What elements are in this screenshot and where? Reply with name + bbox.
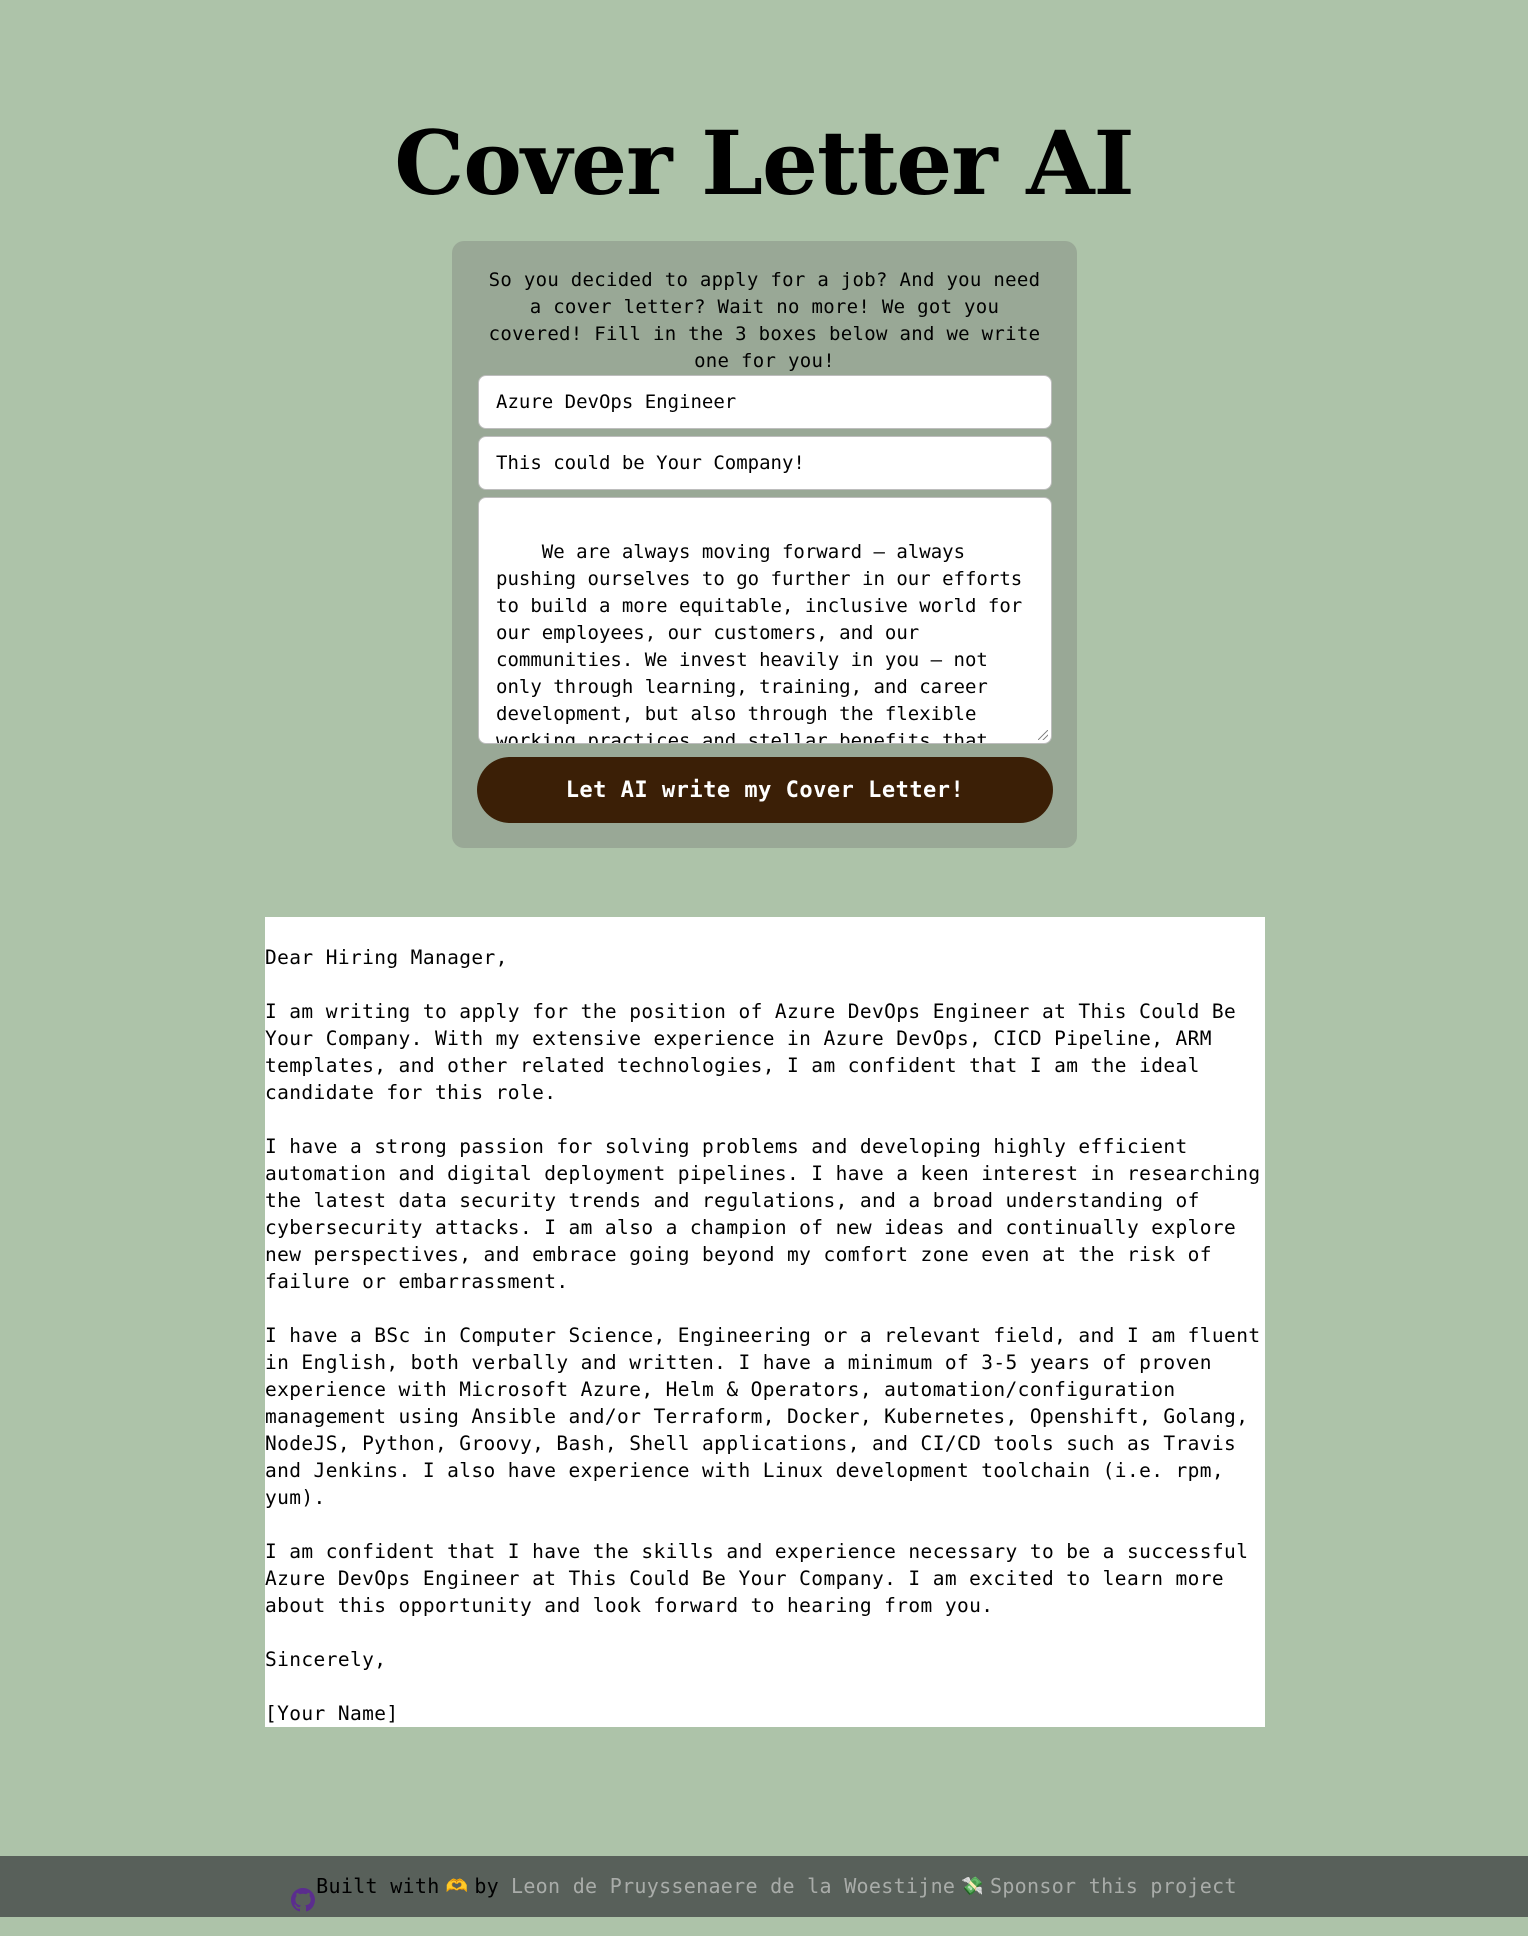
by-text: by xyxy=(474,1874,499,1898)
resize-grip-icon[interactable] xyxy=(1038,730,1048,740)
letter-paragraph: I am confident that I have the skills an… xyxy=(265,1540,1261,1617)
footer: Built with 🫶 by Leon de Pruyssenaere de … xyxy=(0,1856,1528,1917)
author-link[interactable]: Leon de Pruyssenaere de la Woestijne xyxy=(511,1856,955,1917)
letter-paragraph: I am writing to apply for the position o… xyxy=(265,1000,1249,1104)
intro-text: So you decided to apply for a job? And y… xyxy=(488,269,1041,372)
money-with-wings-icon: 💸 xyxy=(961,1876,984,1897)
company-name-input[interactable] xyxy=(478,436,1052,490)
letter-greeting: Dear Hiring Manager, xyxy=(265,946,508,969)
letter-signature: [Your Name] xyxy=(265,1702,399,1725)
letter-closing: Sincerely, xyxy=(265,1648,387,1671)
generate-cover-letter-button[interactable]: Let AI write my Cover Letter! xyxy=(477,757,1053,823)
job-description-textarea[interactable]: We are always moving forward – always pu… xyxy=(478,497,1052,744)
job-title-input[interactable] xyxy=(478,375,1052,429)
letter-paragraph: I have a strong passion for solving prob… xyxy=(265,1135,1273,1293)
sponsor-link[interactable]: Sponsor this project xyxy=(990,1856,1237,1917)
input-card: So you decided to apply for a job? And y… xyxy=(452,241,1077,848)
github-icon[interactable] xyxy=(291,1875,316,1911)
cover-letter-output: Dear Hiring Manager, I am writing to app… xyxy=(265,917,1265,1727)
job-description-text: We are always moving forward – always pu… xyxy=(496,541,1023,744)
letter-paragraph: I have a BSc in Computer Science, Engine… xyxy=(265,1324,1273,1509)
heart-hands-icon: 🫶 xyxy=(445,1876,469,1897)
page-title: Cover Letter AI xyxy=(394,111,1134,215)
built-with-text: Built with xyxy=(316,1874,440,1898)
